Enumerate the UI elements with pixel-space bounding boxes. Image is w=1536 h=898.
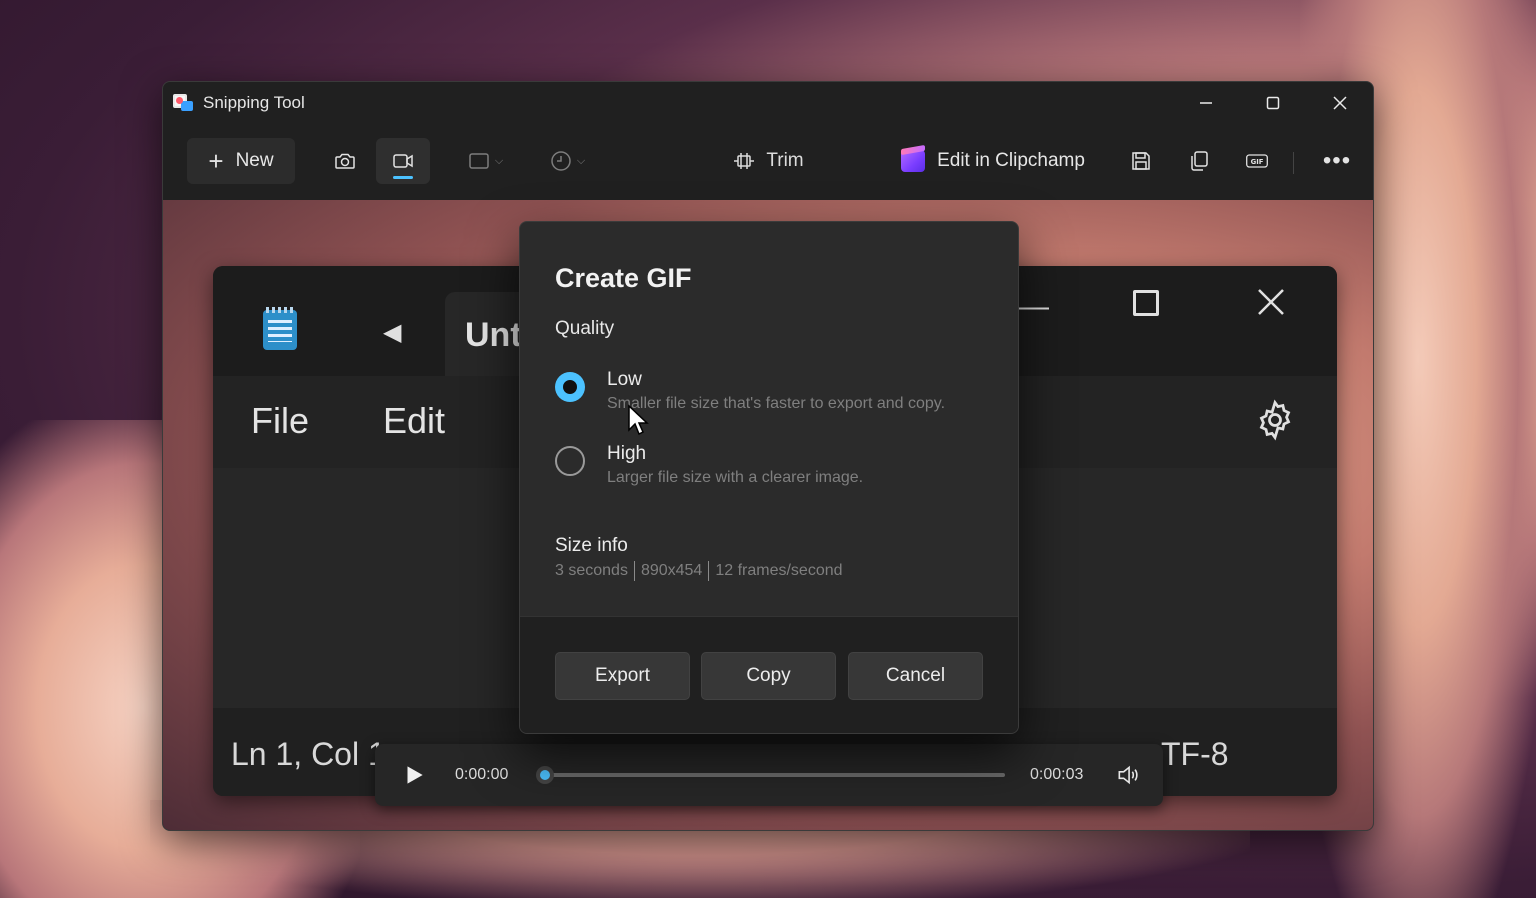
- new-button-label: New: [235, 150, 274, 171]
- snip-shape-dropdown[interactable]: ⌵: [459, 138, 511, 184]
- more-icon: •••: [1322, 147, 1352, 174]
- gif-icon-label: GIF: [1251, 158, 1264, 166]
- dialog-footer: Export Copy Cancel: [520, 616, 1018, 733]
- notepad-icon: [263, 307, 297, 350]
- seek-thumb[interactable]: [536, 766, 554, 784]
- size-info-duration: 3 seconds: [555, 562, 628, 579]
- edit-in-clipchamp-button[interactable]: Edit in Clipchamp: [893, 138, 1093, 184]
- toolbar-separator: [1293, 152, 1294, 174]
- current-time: 0:00:00: [455, 766, 509, 783]
- notepad-cursor-position: Ln 1, Col 1: [231, 736, 386, 772]
- new-button[interactable]: + New: [187, 138, 295, 184]
- total-time: 0:00:03: [1030, 766, 1084, 783]
- snip-mode-record-button[interactable]: [376, 138, 430, 184]
- volume-icon[interactable]: [1115, 762, 1141, 788]
- save-icon: [1132, 152, 1150, 170]
- video-player-bar: 0:00:00 0:00:03: [375, 744, 1163, 806]
- clipchamp-icon: [901, 150, 926, 172]
- dialog-title: Create GIF: [555, 263, 692, 293]
- quality-low-title[interactable]: Low: [607, 369, 642, 391]
- plus-icon: +: [208, 146, 224, 176]
- notepad-minimize-icon: —: [1019, 290, 1049, 323]
- notepad-tab-title: Unt: [465, 316, 522, 354]
- video-camera-icon: [393, 154, 413, 168]
- gif-icon: GIF: [1246, 154, 1268, 168]
- window-title: Snipping Tool: [203, 93, 305, 112]
- minimize-icon: [1199, 102, 1212, 104]
- delay-dropdown[interactable]: ⌵: [541, 138, 593, 184]
- minimize-button[interactable]: [1172, 82, 1239, 124]
- size-info-divider: [708, 561, 710, 581]
- clock-icon: [551, 151, 571, 171]
- size-info-framerate: 12 frames/second: [715, 562, 843, 579]
- notepad-maximize-icon: [1133, 290, 1159, 316]
- seek-track[interactable]: [545, 773, 1005, 777]
- quality-low-radio[interactable]: [555, 372, 585, 402]
- size-info-label: Size info: [555, 535, 628, 556]
- window-controls: [1172, 82, 1373, 124]
- create-gif-button[interactable]: GIF: [1235, 138, 1279, 184]
- more-options-button[interactable]: •••: [1315, 138, 1359, 184]
- size-info-values: 3 seconds 890x454 12 frames/second: [555, 561, 843, 581]
- cancel-button[interactable]: Cancel: [848, 652, 983, 700]
- copy-button[interactable]: [1177, 138, 1221, 184]
- trim-icon: [734, 153, 755, 169]
- save-button[interactable]: [1119, 138, 1163, 184]
- trim-button[interactable]: Trim: [723, 138, 813, 184]
- clipchamp-label: Edit in Clipchamp: [937, 150, 1085, 171]
- copy-gif-button[interactable]: Copy: [701, 652, 836, 700]
- title-bar: Snipping Tool: [163, 82, 1373, 124]
- quality-high-radio[interactable]: [555, 446, 585, 476]
- size-info-divider: [633, 561, 635, 581]
- quality-high-description: Larger file size with a clearer image.: [607, 469, 864, 486]
- create-gif-dialog: Create GIF Quality Low Smaller file size…: [519, 221, 1019, 734]
- maximize-button[interactable]: [1239, 82, 1306, 124]
- back-arrow-icon: ◀: [383, 319, 402, 346]
- notepad-menu-edit: Edit: [383, 400, 446, 441]
- play-icon[interactable]: [401, 762, 427, 788]
- selected-indicator: [393, 176, 413, 179]
- copy-icon: [1191, 151, 1208, 171]
- gear-icon: [1259, 399, 1291, 441]
- notepad-close-icon: [1258, 289, 1284, 315]
- chevron-down-icon: ⌵: [494, 154, 504, 167]
- toolbar: + New ⌵ ⌵ Trim Edit in Clipchamp GIF •••: [163, 134, 1373, 188]
- quality-high-title[interactable]: High: [607, 443, 646, 465]
- maximize-icon: [1266, 96, 1279, 110]
- size-info-resolution: 890x454: [640, 562, 703, 579]
- camera-icon: [335, 153, 355, 169]
- export-button[interactable]: Export: [555, 652, 690, 700]
- close-icon: [1332, 96, 1347, 110]
- mouse-cursor-icon: [628, 404, 649, 436]
- notepad-encoding: TF-8: [1161, 736, 1229, 772]
- snipping-tool-icon: [173, 93, 193, 113]
- quality-low-description: Smaller file size that's faster to expor…: [607, 395, 946, 412]
- chevron-down-icon: ⌵: [576, 154, 586, 167]
- notepad-menu-file: File: [251, 400, 310, 441]
- close-button[interactable]: [1306, 82, 1373, 124]
- rectangle-icon: [469, 153, 489, 169]
- quality-label: Quality: [555, 318, 615, 339]
- trim-label: Trim: [766, 150, 804, 171]
- snip-mode-screenshot-button[interactable]: [323, 138, 367, 184]
